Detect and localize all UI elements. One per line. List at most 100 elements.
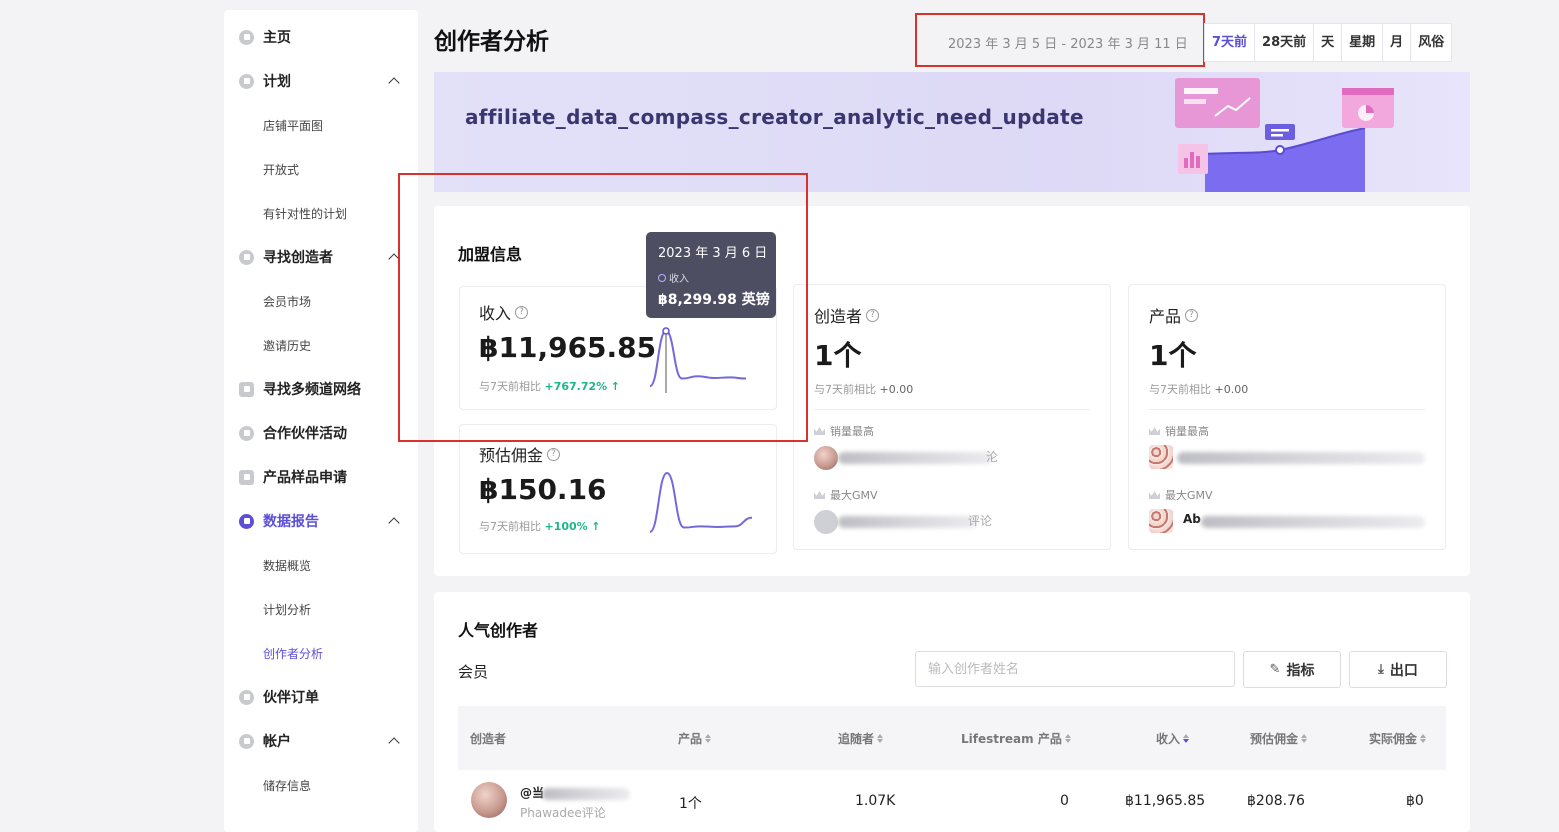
divider: [814, 409, 1090, 410]
period-custom[interactable]: 风俗: [1411, 24, 1451, 61]
avatar[interactable]: [814, 510, 838, 534]
products-value: 1个: [1149, 339, 1197, 372]
avatar[interactable]: [471, 782, 507, 818]
column-header-label: 追随者: [838, 732, 875, 746]
sidebar-subitem-invite-history[interactable]: 邀请历史: [263, 337, 311, 354]
product-thumbnail[interactable]: [1149, 445, 1173, 469]
sidebar-item-account[interactable]: 帐户: [224, 726, 418, 756]
period-week[interactable]: 星期: [1342, 24, 1384, 61]
period-month[interactable]: 月: [1383, 24, 1412, 61]
crown-icon: [814, 427, 825, 435]
sidebar-subitem-marketplace[interactable]: 会员市场: [263, 293, 311, 310]
box-icon: [239, 469, 254, 485]
help-icon[interactable]: ?: [515, 305, 529, 319]
sidebar-item-plan[interactable]: 计划: [224, 66, 418, 96]
period-28-days[interactable]: 28天前: [1255, 24, 1315, 61]
table-header: 创造者 产品 追随者 Lifestream 产品 收入 预估佣金 实际佣金: [458, 706, 1446, 770]
building-icon: [239, 381, 254, 397]
sidebar-item-partner-orders[interactable]: 伙伴订单: [224, 682, 418, 712]
est-commission-value: ฿150.16: [479, 473, 607, 506]
compare-label: 与7天前相比: [479, 380, 541, 393]
date-range-picker[interactable]: 2023 年 3 月 5 日 - 2023 年 3 月 11 日: [948, 33, 1188, 52]
product-thumbnail[interactable]: [1149, 509, 1173, 533]
crown-icon: [1149, 491, 1160, 499]
user-icon: [239, 733, 254, 749]
page-title: 创作者分析: [434, 29, 549, 55]
sidebar-item-label: 寻找多频道网络: [263, 382, 361, 398]
sort-icon: [1301, 734, 1308, 743]
sort-icon: [1183, 734, 1190, 743]
sidebar-item-label: 主页: [263, 30, 291, 46]
arrow-up-icon: ↑: [610, 380, 620, 393]
creator-search-input[interactable]: [915, 651, 1235, 687]
top-sales-label-text: 销量最高: [830, 425, 874, 438]
sidebar-subitem-data-overview[interactable]: 数据概览: [263, 557, 311, 574]
compare-value: +767.72%: [544, 380, 608, 393]
sidebar-item-label: 帐户: [263, 734, 291, 750]
products-card[interactable]: 产品 ? 1个 与7天前相比 +0.00 销量最高 最大GMV Ab: [1128, 284, 1446, 550]
column-header-products[interactable]: 产品: [678, 730, 712, 747]
revenue-label: 收入 ?: [479, 300, 529, 324]
sidebar-item-partner-campaigns[interactable]: 合作伙伴活动: [224, 418, 418, 448]
cell-est-commission: ฿208.76: [1247, 793, 1305, 809]
redacted-handle: [542, 788, 630, 800]
column-header-actual-commission[interactable]: 实际佣金: [1369, 730, 1427, 747]
analytics-illustration: [1175, 78, 1394, 192]
redacted-tail: 评论: [968, 514, 993, 528]
revenue-sparkline[interactable]: [646, 327, 750, 393]
cell-products: 1个: [679, 796, 702, 812]
section-title: 加盟信息: [458, 245, 523, 264]
sidebar-item-data-reports[interactable]: 数据报告: [224, 506, 418, 536]
cell-followers: 1.07K: [855, 793, 896, 809]
sidebar-subitem-store-info[interactable]: 储存信息: [263, 777, 311, 794]
period-day[interactable]: 天: [1314, 24, 1343, 61]
help-icon[interactable]: ?: [547, 447, 561, 461]
creators-card[interactable]: 创造者 ? 1个 与7天前相比 +0.00 销量最高 沦 最大GMV 评论: [793, 284, 1111, 550]
export-button[interactable]: ⤓ 出口: [1349, 651, 1447, 688]
cell-actual-commission: ฿0: [1406, 793, 1424, 809]
est-commission-card[interactable]: 预估佣金 ? ฿150.16 与7天前相比 +100% ↑: [459, 424, 777, 554]
sidebar-item-label: 计划: [263, 74, 291, 90]
sidebar-subitem-store-plan[interactable]: 店铺平面图: [263, 117, 323, 134]
order-icon: [239, 689, 254, 705]
products-label: 产品 ?: [1149, 303, 1199, 327]
est-commission-sparkline[interactable]: [646, 469, 756, 539]
sidebar-subitem-open-plan[interactable]: 开放式: [263, 161, 299, 178]
sidebar: 主页 计划 店铺平面图 开放式 有针对性的计划 寻找创造者 会员市场 邀请历史 …: [224, 10, 418, 832]
chevron-up-icon: [388, 77, 400, 89]
sort-icon: [705, 734, 712, 743]
sidebar-subitem-creator-analysis[interactable]: 创作者分析: [263, 645, 323, 662]
creators-label: 创造者 ?: [814, 303, 880, 327]
sidebar-subitem-targeted-plan[interactable]: 有针对性的计划: [263, 205, 347, 222]
revenue-value: ฿11,965.85: [479, 331, 657, 364]
avatar[interactable]: [814, 446, 838, 470]
help-icon[interactable]: ?: [866, 308, 880, 322]
chevron-up-icon: [388, 517, 400, 529]
compare-value: +100%: [544, 520, 588, 533]
compare-label: 与7天前相比: [1149, 383, 1211, 396]
column-header-revenue[interactable]: 收入: [1156, 730, 1190, 747]
member-label: 会员: [458, 663, 489, 681]
creators-value: 1个: [814, 339, 862, 372]
top-gmv-label: 最大GMV: [814, 487, 878, 503]
column-header-est-commission[interactable]: 预估佣金: [1250, 730, 1308, 747]
column-header-live-products[interactable]: Lifestream 产品: [961, 730, 1071, 747]
cell-live-products: 0: [1060, 793, 1069, 809]
sparkline-point[interactable]: [662, 327, 670, 335]
sidebar-item-home[interactable]: 主页: [224, 22, 418, 52]
period-7-days[interactable]: 7天前: [1205, 24, 1256, 61]
metrics-button[interactable]: ✎ 指标: [1243, 651, 1341, 688]
sidebar-item-find-mcn[interactable]: 寻找多频道网络: [224, 374, 418, 404]
sidebar-item-sample-requests[interactable]: 产品样品申请: [224, 462, 418, 492]
sidebar-item-find-creators[interactable]: 寻找创造者: [224, 242, 418, 272]
column-header-followers[interactable]: 追随者: [838, 730, 884, 747]
chevron-up-icon: [388, 737, 400, 749]
creator-handle[interactable]: @当: [520, 784, 544, 801]
help-icon[interactable]: ?: [1185, 308, 1199, 322]
est-commission-label-text: 预估佣金: [479, 446, 544, 465]
plan-icon: [239, 73, 254, 89]
sidebar-subitem-plan-analysis[interactable]: 计划分析: [263, 601, 311, 618]
revenue-compare: 与7天前相比 +767.72% ↑: [479, 378, 620, 394]
creator-subtitle: Phawadee评论: [520, 806, 606, 820]
tooltip-series: 收入: [658, 270, 689, 285]
